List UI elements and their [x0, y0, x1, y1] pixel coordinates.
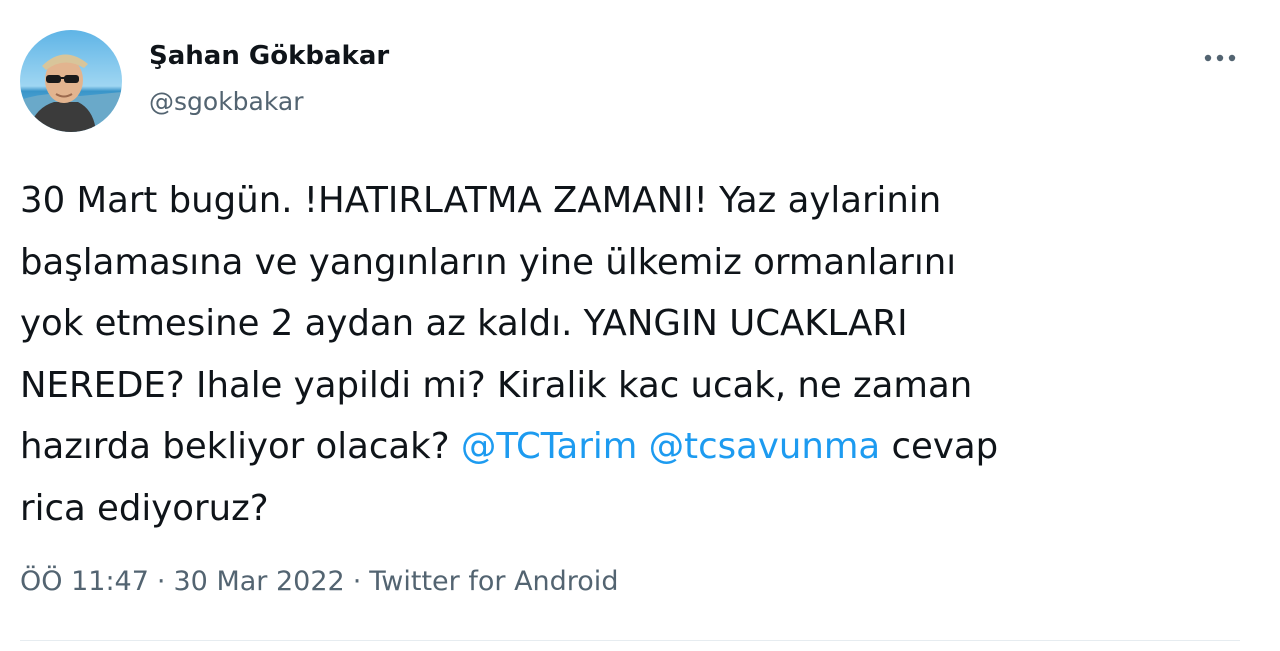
tweet-line: hazırda bekliyor olacak? @TCTarim @tcsav…: [20, 416, 1260, 478]
tweet-line: yok etmesine 2 aydan az kaldı. YANGIN UC…: [20, 303, 908, 344]
tweet-line: rica ediyoruz?: [20, 487, 269, 529]
more-horizontal-icon: [1204, 54, 1236, 62]
tweet-text-segment: [637, 426, 648, 467]
tweet-source[interactable]: Twitter for Android: [369, 566, 618, 597]
tweet-line: 30 Mart bugün. !HATIRLATMA ZAMANI! Yaz a…: [20, 180, 942, 221]
tweet-line: başlamasına ve yangınların yine ülkemiz …: [20, 241, 957, 283]
profile-photo-icon: [20, 30, 122, 132]
meta-separator: ·: [352, 566, 362, 597]
author-display-name[interactable]: Şahan Gökbakar: [149, 41, 389, 71]
tweet-time[interactable]: ÖÖ 11:47: [20, 566, 149, 597]
more-options-button[interactable]: [1196, 40, 1244, 76]
tweet-text-segment: cevap: [880, 426, 999, 467]
tweet-text: 30 Mart bugün. !HATIRLATMA ZAMANI! Yaz a…: [20, 170, 1260, 539]
meta-separator: ·: [156, 566, 166, 597]
mention-link-tcsavunma[interactable]: @tcsavunma: [649, 426, 881, 467]
divider: [20, 640, 1240, 641]
tweet-meta: ÖÖ 11:47 · 30 Mar 2022 · Twitter for Android: [20, 566, 618, 597]
tweet-line: NEREDE? Ihale yapildi mi? Kiralik kac uc…: [20, 364, 973, 406]
avatar[interactable]: [20, 30, 122, 132]
tweet-text-segment: hazırda bekliyor olacak?: [20, 426, 461, 467]
tweet-card: Şahan Gökbakar @sgokbakar 30 Mart bugün.…: [0, 0, 1280, 651]
author-handle[interactable]: @sgokbakar: [149, 87, 304, 116]
tweet-date[interactable]: 30 Mar 2022: [174, 566, 345, 597]
mention-link-tctarim[interactable]: @TCTarim: [461, 426, 638, 467]
